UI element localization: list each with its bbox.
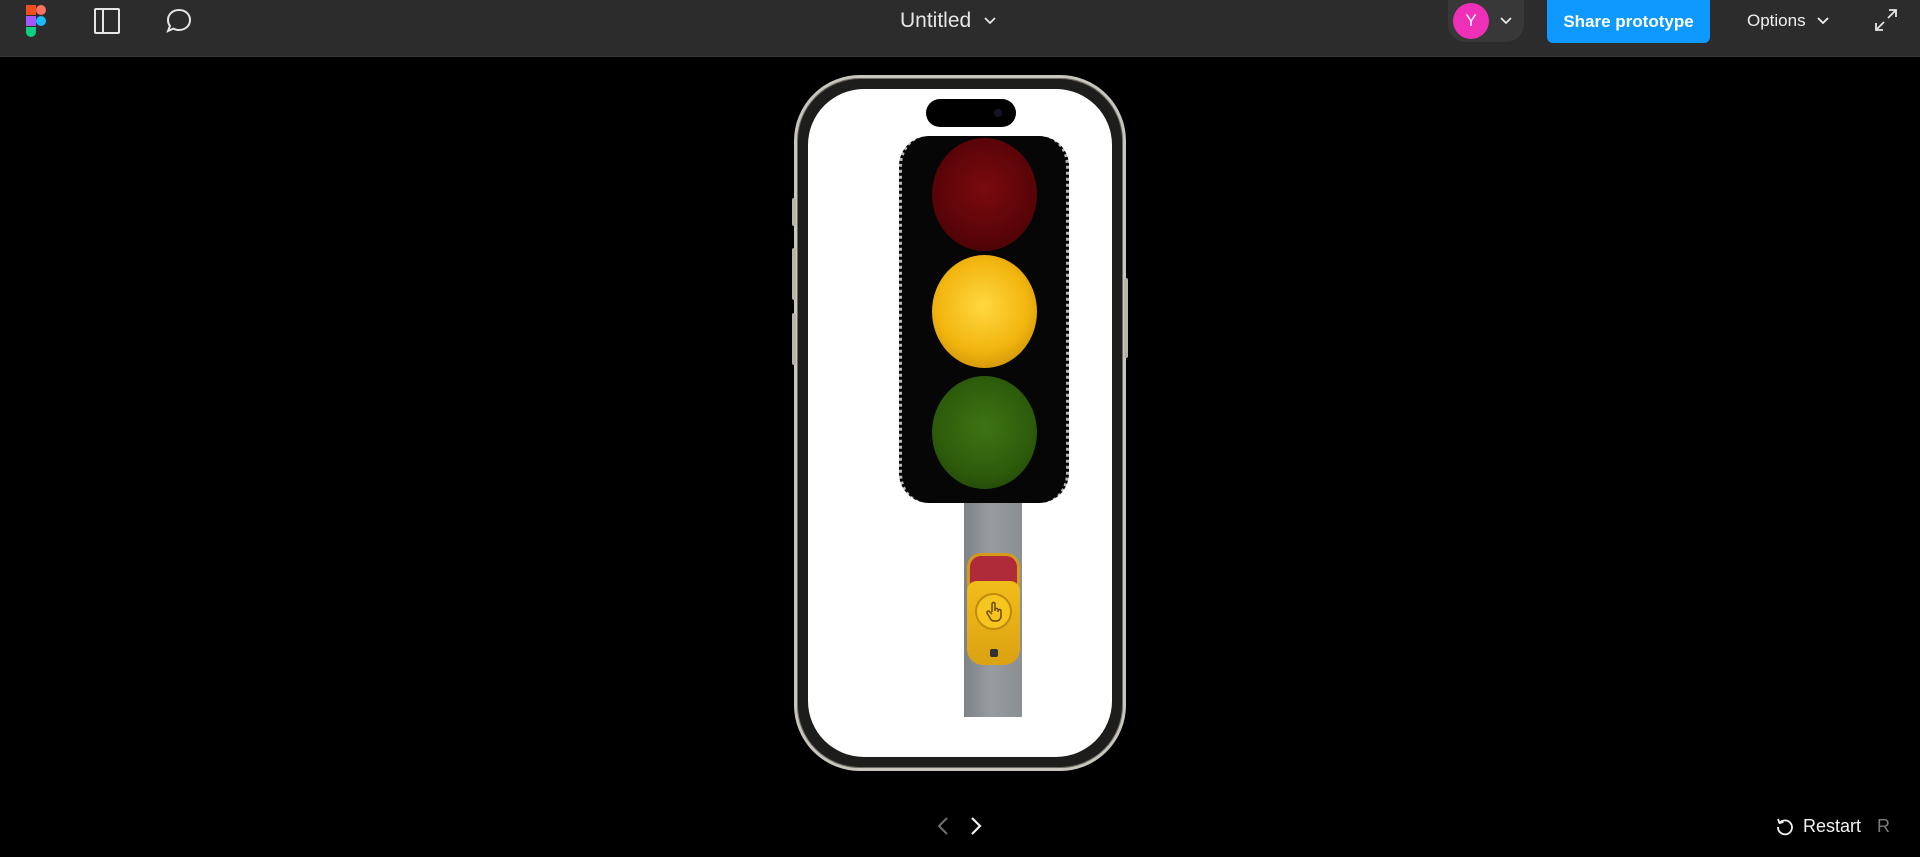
chevron-down-icon[interactable] bbox=[983, 14, 997, 28]
restart-shortcut: R bbox=[1877, 815, 1891, 836]
dynamic-island bbox=[926, 99, 1016, 127]
yellow-light bbox=[932, 255, 1037, 368]
phone-side-button bbox=[1124, 278, 1128, 358]
chevron-right-icon bbox=[971, 817, 982, 835]
chevron-down-icon[interactable] bbox=[1816, 14, 1830, 28]
restart-label[interactable]: Restart bbox=[1803, 816, 1861, 837]
expand-icon[interactable] bbox=[1872, 6, 1900, 34]
green-light bbox=[932, 376, 1037, 489]
red-light bbox=[932, 138, 1037, 251]
options-menu[interactable]: Options bbox=[1747, 0, 1830, 42]
previous-frame-button[interactable] bbox=[932, 812, 954, 840]
phone-side-button bbox=[792, 313, 796, 365]
file-title[interactable]: Untitled bbox=[900, 9, 971, 33]
phone-side-button bbox=[792, 248, 796, 300]
hand-pointer-icon[interactable] bbox=[975, 593, 1012, 630]
avatar[interactable]: Y bbox=[1453, 3, 1489, 39]
chevron-left-icon bbox=[937, 817, 948, 835]
user-menu[interactable]: Y bbox=[1448, 0, 1524, 42]
share-prototype-button[interactable]: Share prototype bbox=[1547, 0, 1710, 43]
traffic-pole bbox=[964, 503, 1022, 717]
push-button-body bbox=[967, 581, 1020, 665]
comment-bubble-icon[interactable] bbox=[160, 0, 198, 42]
file-title-group[interactable]: Untitled bbox=[900, 0, 997, 42]
restart-icon bbox=[1777, 818, 1793, 836]
figma-logo-icon[interactable] bbox=[22, 0, 50, 42]
options-label[interactable]: Options bbox=[1747, 11, 1806, 31]
next-frame-button[interactable] bbox=[965, 812, 987, 840]
traffic-light bbox=[899, 136, 1069, 503]
sidebar-panel-icon[interactable] bbox=[88, 0, 126, 42]
camera-icon bbox=[994, 109, 1002, 117]
restart-button[interactable]: Restart R bbox=[1775, 812, 1890, 840]
push-button-indicator bbox=[990, 649, 998, 657]
phone-frame bbox=[792, 75, 1128, 771]
phone-side-button bbox=[792, 198, 796, 226]
chevron-down-icon[interactable] bbox=[1499, 14, 1513, 28]
top-toolbar: Untitled Y Share prototype Options bbox=[0, 0, 1920, 57]
pedestrian-push-button[interactable] bbox=[967, 553, 1020, 665]
prototype-screen[interactable] bbox=[808, 89, 1112, 757]
